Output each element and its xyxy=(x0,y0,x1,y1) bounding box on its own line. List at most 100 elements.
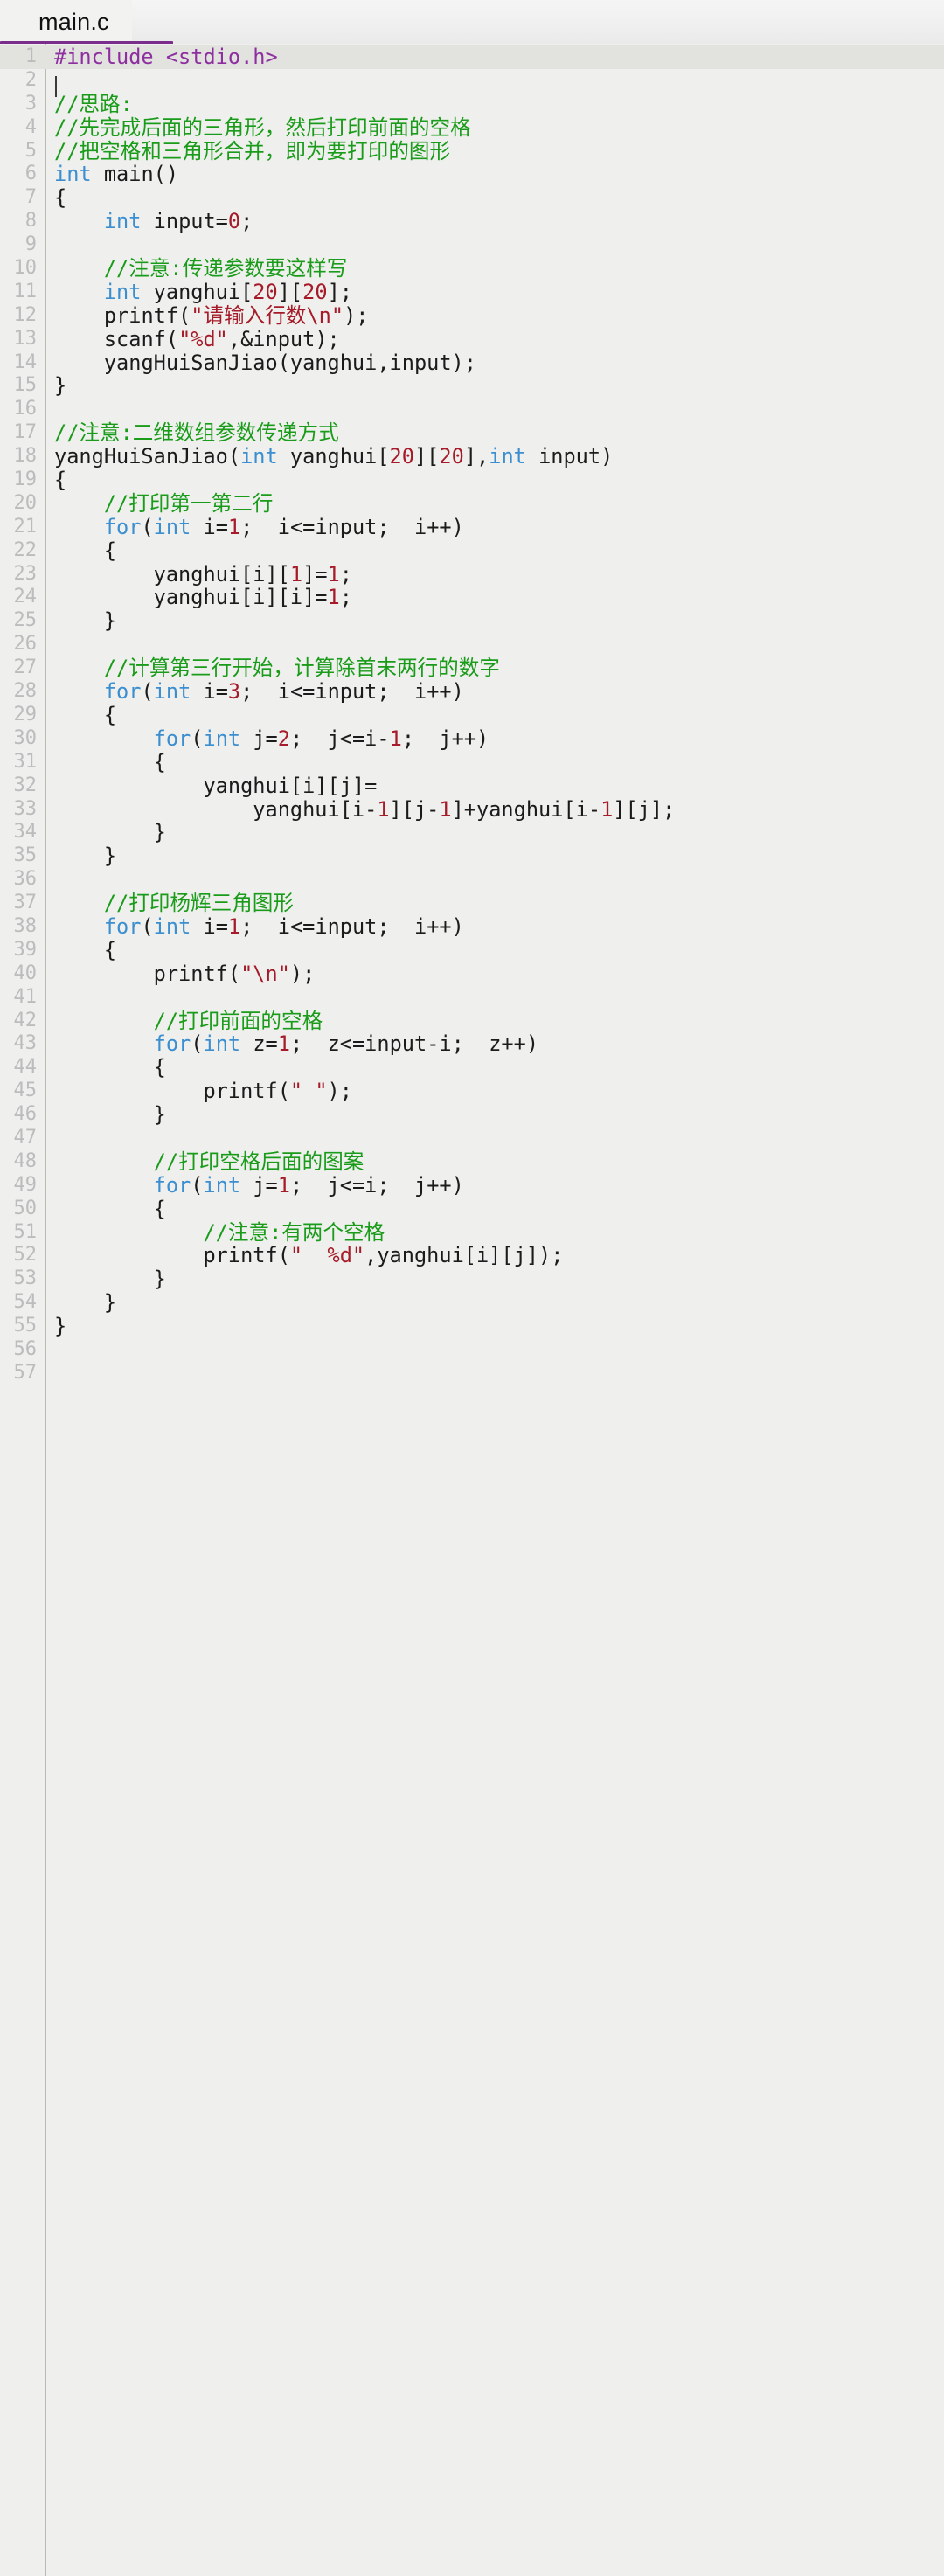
code-line[interactable]: 23 yanghui[i][1]=1; xyxy=(0,561,944,587)
token-id: ]= xyxy=(302,561,328,587)
code-line[interactable]: 10 //注意:传递参数要这样写 xyxy=(0,257,944,281)
line-number: 40 xyxy=(13,962,38,984)
code-line[interactable]: 40 printf("\n"); xyxy=(0,962,944,986)
code-line[interactable]: 32 yanghui[i][j]= xyxy=(0,774,944,798)
token-cmt: //先完成后面的三角形，然后打印前面的空格 xyxy=(54,115,471,140)
code-line[interactable]: 51 //注意:有两个空格 xyxy=(0,1220,944,1245)
code-line[interactable]: 48 //打印空格后面的图案 xyxy=(0,1149,944,1174)
code-line[interactable]: 34 } xyxy=(0,821,944,844)
code-text: int input=0; xyxy=(44,210,944,233)
token-num: 20 xyxy=(439,444,464,469)
token-id: j= xyxy=(240,1172,278,1198)
code-line[interactable]: 35 } xyxy=(0,844,944,868)
code-text: for(int i=1; i<=input; i++) xyxy=(44,515,944,539)
code-line[interactable]: 36 xyxy=(0,868,944,892)
code-text: printf(" "); xyxy=(44,1080,944,1103)
token-pun xyxy=(54,515,104,539)
code-line[interactable]: 33 yanghui[i-1][j-1]+yanghui[i-1][j]; xyxy=(0,796,944,822)
code-line[interactable]: 25 } xyxy=(0,609,944,633)
code-editor[interactable]: 1 #include <stdio.h> 2 3//思路: 4//先完成后面的三角形，然… xyxy=(0,44,944,2576)
token-pre: #include <stdio.h> xyxy=(54,45,278,69)
tab-bar: main.c xyxy=(0,0,944,46)
code-line[interactable]: 2 xyxy=(0,69,944,93)
line-number: 1 xyxy=(24,45,37,67)
token-pun: ]; xyxy=(327,279,352,304)
code-line[interactable]: 53 } xyxy=(0,1267,944,1291)
code-line[interactable]: 22 { xyxy=(0,538,944,563)
code-line[interactable]: 26 xyxy=(0,633,944,656)
code-line[interactable]: 13 scanf("%d",&input); xyxy=(0,327,944,351)
token-num: 1 xyxy=(439,796,452,822)
code-line[interactable]: 24 yanghui[i][i]=1; xyxy=(0,586,944,609)
token-kw: for xyxy=(103,679,142,705)
token-pun xyxy=(54,303,104,328)
code-line[interactable]: 8 int input=0; xyxy=(0,210,944,233)
token-kw: int xyxy=(240,444,278,469)
code-text: { xyxy=(44,538,944,563)
code-line[interactable]: 12 printf("请输入行数\n"); xyxy=(0,302,944,328)
code-content[interactable]: 1 #include <stdio.h> 2 3//思路: 4//先完成后面的三角形，然… xyxy=(0,44,944,1385)
code-text: } xyxy=(44,1315,944,1338)
token-pun: { xyxy=(54,468,67,493)
token-pun xyxy=(54,774,203,798)
token-pun xyxy=(54,351,104,375)
token-pun: } xyxy=(54,373,67,399)
code-line[interactable]: 46 } xyxy=(0,1103,944,1127)
token-pun xyxy=(54,1173,154,1198)
code-text: //计算第三行开始，计算除首末两行的数字 xyxy=(44,656,944,680)
code-line[interactable]: 37 //打印杨辉三角图形 xyxy=(0,892,944,915)
code-line[interactable]: 31 { xyxy=(0,750,944,774)
code-line[interactable]: 5 //把空格和三角形合并，即为要打印的图形 xyxy=(0,139,944,163)
code-line[interactable]: 57 xyxy=(0,1362,944,1385)
code-line[interactable]: 17 //注意:二维数组参数传递方式 xyxy=(0,421,944,445)
code-line[interactable]: 15} xyxy=(0,374,944,398)
code-line[interactable]: 42 //打印前面的空格 xyxy=(0,1009,944,1033)
token-cmt: //注意:二维数组参数传递方式 xyxy=(54,420,339,446)
code-line[interactable]: 49 for(int j=1; j<=i; j++) xyxy=(0,1172,944,1198)
code-line[interactable]: 9 xyxy=(0,233,944,257)
code-text: for(int z=1; z<=input-i; z++) xyxy=(44,1032,944,1056)
token-pun xyxy=(54,656,104,680)
code-line[interactable]: 14 yangHuiSanJiao(yanghui,input); xyxy=(0,351,944,375)
code-line[interactable]: 11 int yanghui[20][20]; xyxy=(0,279,944,304)
code-line[interactable]: 39 { xyxy=(0,938,944,962)
token-id: ][ xyxy=(277,279,303,304)
code-line[interactable]: 50 { xyxy=(0,1197,944,1221)
code-line[interactable]: 19 { xyxy=(0,469,944,492)
tab-main-c[interactable]: main.c xyxy=(0,0,132,44)
code-text: yanghui[i-1][j-1]+yanghui[i-1][j]; xyxy=(44,796,944,822)
code-line[interactable]: 41 xyxy=(0,986,944,1010)
code-line[interactable]: 54 } xyxy=(0,1291,944,1315)
code-line[interactable]: 27 //计算第三行开始，计算除首末两行的数字 xyxy=(0,656,944,680)
token-kw: for xyxy=(153,1031,191,1057)
token-id: printf( xyxy=(103,302,191,328)
code-line[interactable]: 16 xyxy=(0,398,944,421)
token-id: z= xyxy=(240,1031,278,1057)
code-line[interactable]: 38 for(int i=1; i<=input; i++) xyxy=(0,915,944,939)
code-line[interactable]: 20 //打印第一第二行 xyxy=(0,491,944,516)
line-number: 47 xyxy=(13,1126,38,1149)
code-line[interactable]: 7{ xyxy=(0,186,944,210)
code-line[interactable]: 30 for(int j=2; j<=i-1; j++) xyxy=(0,726,944,751)
token-pun: { xyxy=(54,185,67,211)
line-number: 41 xyxy=(13,985,38,1008)
code-line[interactable]: 56 xyxy=(0,1338,944,1362)
code-line[interactable]: 43 for(int z=1; z<=input-i; z++) xyxy=(0,1032,944,1056)
line-number: 49 xyxy=(13,1173,38,1196)
code-line[interactable]: 21 for(int i=1; i<=input; i++) xyxy=(0,515,944,539)
line-number: 53 xyxy=(13,1267,38,1290)
code-line[interactable]: 4 //先完成后面的三角形，然后打印前面的空格 xyxy=(0,115,944,140)
code-line[interactable]: 52 printf(" %d",yanghui[i][j]); xyxy=(0,1244,944,1267)
code-line[interactable]: 29 { xyxy=(0,703,944,727)
code-line[interactable]: 55} xyxy=(0,1315,944,1338)
code-line[interactable]: 3 //思路: xyxy=(0,92,944,116)
token-id: yanghui[i- xyxy=(253,796,378,822)
code-line[interactable]: 18 yangHuiSanJiao(int yanghui[20][20],int… xyxy=(0,445,944,469)
code-line[interactable]: 44 { xyxy=(0,1056,944,1080)
code-line[interactable]: 1 #include <stdio.h> xyxy=(0,45,944,69)
code-line[interactable]: 47 xyxy=(0,1127,944,1150)
code-line[interactable]: 28 for(int i=3; i<=input; i++) xyxy=(0,680,944,704)
code-line[interactable]: 6 int main() xyxy=(0,163,944,186)
code-line[interactable]: 45 printf(" "); xyxy=(0,1080,944,1103)
line-number: 25 xyxy=(13,609,38,632)
